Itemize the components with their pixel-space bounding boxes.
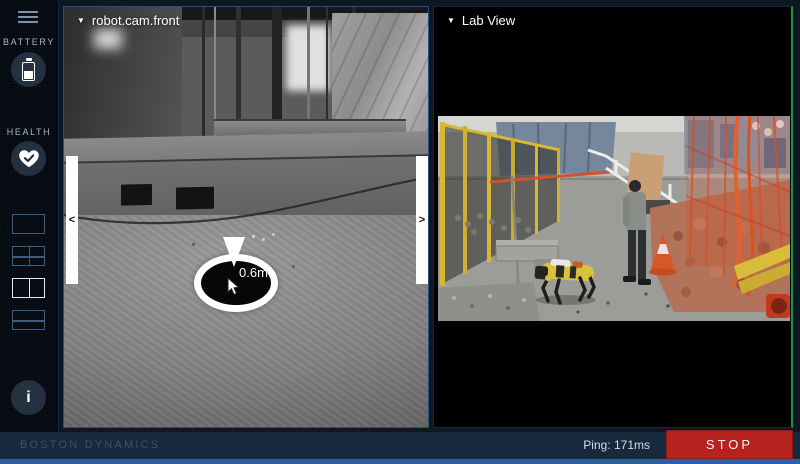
- move-distance-label: 0.6m: [239, 265, 268, 280]
- front-camera-panel[interactable]: < > 0.6m ▼ robot.cam.front: [63, 6, 429, 428]
- mouse-cursor: [227, 277, 240, 296]
- front-camera-panel-header[interactable]: ▼ robot.cam.front: [77, 13, 179, 28]
- layout-single-view-button[interactable]: [12, 214, 45, 234]
- ping-status: Ping: 171ms: [583, 432, 650, 459]
- red-machine: [766, 294, 790, 318]
- battery-icon: [22, 58, 35, 81]
- camera-next-button[interactable]: >: [416, 156, 428, 284]
- collapse-caret-icon: ▼: [447, 17, 455, 25]
- info-icon: i: [26, 389, 30, 407]
- cable-on-ledge: [64, 157, 429, 237]
- stop-button[interactable]: STOP: [666, 430, 793, 459]
- front-camera-image[interactable]: [64, 7, 428, 427]
- front-camera-title: robot.cam.front: [92, 13, 179, 28]
- chevron-right-icon: >: [419, 214, 425, 226]
- lab-view-panel-header[interactable]: ▼ Lab View: [447, 13, 515, 28]
- layout-quad-view-button[interactable]: [12, 246, 45, 266]
- info-button[interactable]: i: [11, 380, 46, 415]
- lab-view-panel: ▼ Lab View: [433, 6, 793, 428]
- brand-label: BOSTON DYNAMICS: [20, 432, 160, 459]
- health-label: HEALTH: [0, 127, 58, 137]
- heart-check-icon: [18, 149, 40, 169]
- lab-camera-image: [438, 116, 790, 321]
- accent-bottom-bar: [0, 459, 800, 464]
- spot-control-app: BATTERY HEALTH i: [0, 0, 800, 464]
- move-target-arrow-icon: [223, 237, 245, 267]
- sidebar: BATTERY HEALTH i: [0, 0, 59, 432]
- gravel-floor: [64, 215, 428, 427]
- gravel-patch: [438, 282, 540, 321]
- collapse-caret-icon: ▼: [77, 17, 85, 25]
- camera-prev-button[interactable]: <: [66, 156, 78, 284]
- chevron-left-icon: <: [69, 214, 75, 226]
- health-status-button[interactable]: [11, 141, 46, 176]
- lab-view-title: Lab View: [462, 13, 515, 28]
- hamburger-menu-icon[interactable]: [18, 11, 38, 25]
- battery-status-button[interactable]: [11, 52, 46, 87]
- layout-dual-vertical-view-button-selected[interactable]: [12, 278, 45, 298]
- battery-label: BATTERY: [0, 37, 58, 47]
- layout-dual-horizontal-view-button[interactable]: [12, 310, 45, 330]
